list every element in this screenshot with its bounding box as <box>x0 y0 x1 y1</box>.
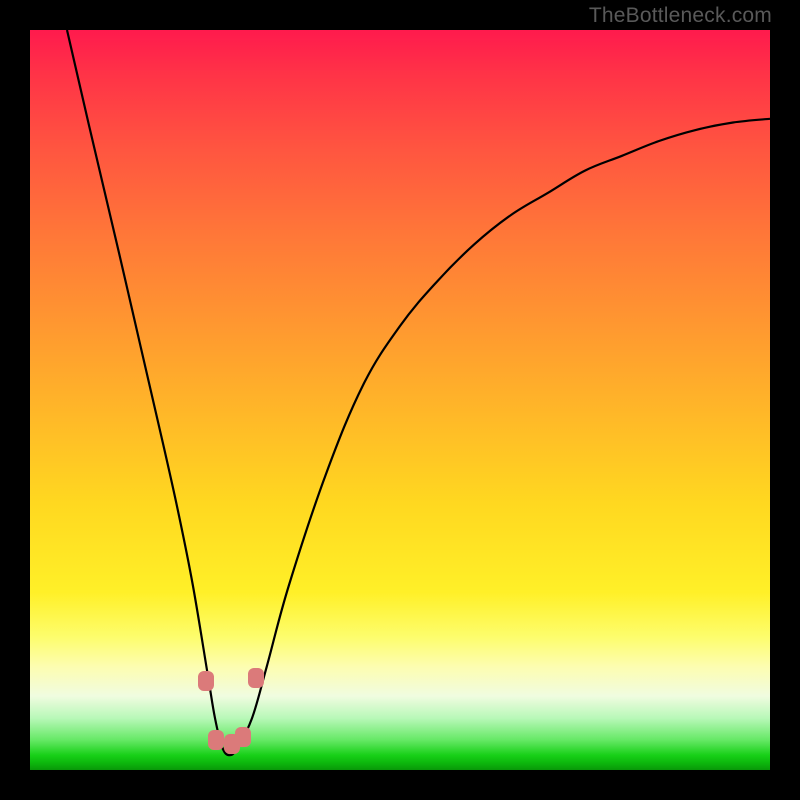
data-marker <box>208 730 224 750</box>
markers-layer <box>30 30 770 770</box>
watermark-text: TheBottleneck.com <box>589 4 772 28</box>
data-marker <box>248 668 264 688</box>
data-marker <box>235 727 251 747</box>
chart-frame <box>30 30 770 770</box>
data-marker <box>198 671 214 691</box>
